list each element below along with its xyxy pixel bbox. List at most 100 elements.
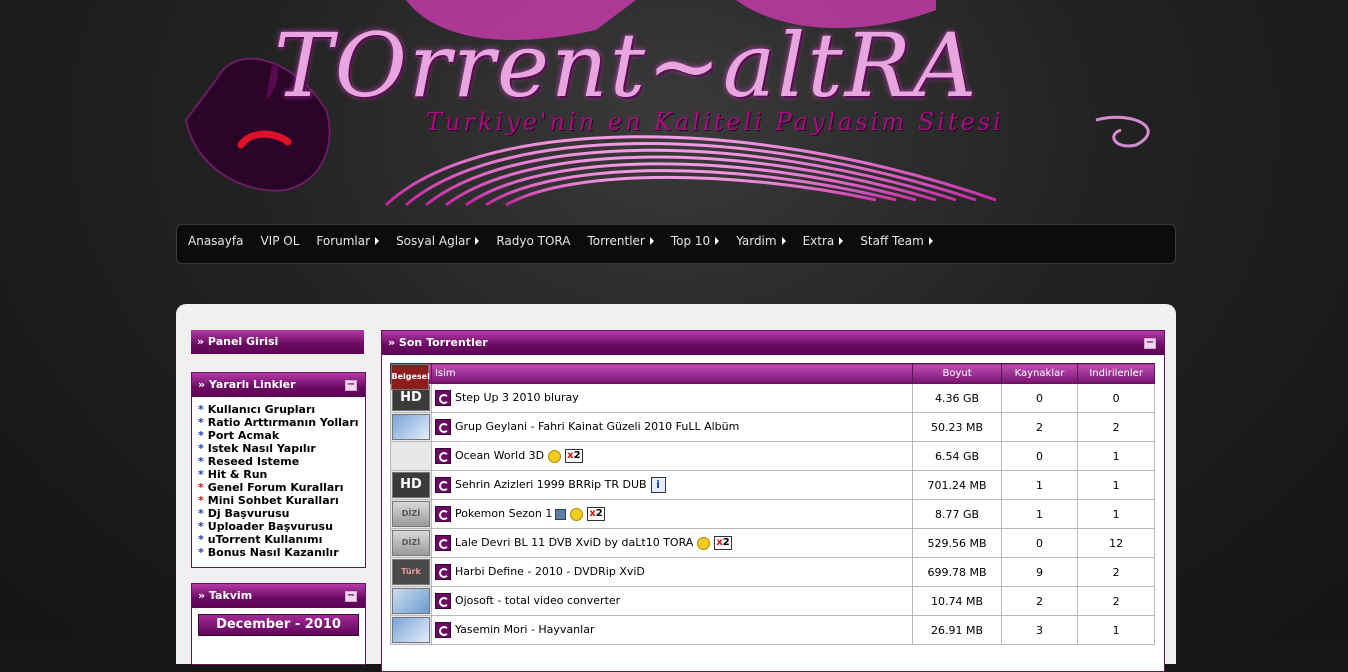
useful-link-item[interactable]: * Istek Nasıl Yapılır bbox=[198, 442, 365, 455]
download-icon[interactable] bbox=[434, 535, 451, 551]
useful-link[interactable]: Dj Başvurusu bbox=[208, 507, 290, 520]
table-row[interactable]: Müzik Grup Geylani - Fahri Kainat Güzeli … bbox=[390, 412, 1155, 442]
category-icon[interactable]: Müzik bbox=[391, 617, 430, 643]
nav-item-staff-team[interactable]: Staff Team bbox=[860, 234, 933, 248]
info-icon[interactable]: i bbox=[650, 477, 666, 493]
useful-link-item[interactable]: * Kullanıcı Grupları bbox=[198, 403, 365, 416]
download-icon[interactable] bbox=[434, 390, 451, 406]
nav-item-vip-ol[interactable]: VIP OL bbox=[260, 234, 299, 248]
torrent-name-link[interactable]: Step Up 3 2010 bluray bbox=[455, 391, 579, 404]
table-row[interactable]: Program Ojosoft - total video converter 10… bbox=[390, 586, 1155, 616]
nav-item-top-10[interactable]: Top 10 bbox=[670, 234, 720, 248]
minimize-icon[interactable]: − bbox=[345, 380, 357, 391]
category-icon[interactable]: Müzik bbox=[391, 414, 430, 440]
category-cell: Müzik bbox=[390, 412, 432, 442]
category-icon[interactable]: Türk Film bbox=[391, 559, 430, 600]
torrent-name-link[interactable]: Sehrin Azizleri 1999 BRRip TR DUB bbox=[455, 478, 647, 491]
download-icon[interactable] bbox=[434, 622, 451, 638]
panel-login-header[interactable]: » Panel Girisi bbox=[191, 330, 364, 354]
minimize-icon[interactable]: − bbox=[345, 591, 357, 602]
nav-list: Anasayfa VIP OL Forumlar Sosyal Aglar Radyo … bbox=[177, 225, 1175, 257]
col-leechers[interactable]: Indirilenler bbox=[1077, 363, 1155, 384]
calendar-month[interactable]: December - 2010 bbox=[198, 614, 359, 636]
useful-link[interactable]: Bonus Nasıl Kazanılır bbox=[208, 546, 339, 559]
category-cell: Türk Film bbox=[390, 557, 432, 600]
useful-link-item[interactable]: * Reseed Isteme bbox=[198, 455, 365, 468]
torrent-name-link[interactable]: Ocean World 3D bbox=[455, 449, 544, 462]
useful-links-header: » Yararlı Linkler − bbox=[192, 373, 365, 397]
table-row[interactable]: Müzik Yasemin Mori - Hayvanlar 26.91 MB31 bbox=[390, 615, 1155, 645]
useful-link-item[interactable]: * Uploader Başvurusu bbox=[198, 520, 365, 533]
size-cell: 50.23 MB bbox=[912, 412, 1002, 442]
download-icon[interactable] bbox=[434, 477, 451, 493]
size-cell: 529.56 MB bbox=[912, 528, 1002, 558]
nav-item-torrentler[interactable]: Torrentler bbox=[587, 234, 654, 248]
useful-links-title: » Yararlı Linkler bbox=[198, 378, 296, 391]
torrent-name-link[interactable]: Grup Geylani - Fahri Kainat Güzeli 2010 … bbox=[455, 420, 739, 433]
download-icon[interactable] bbox=[434, 564, 451, 580]
table-row[interactable]: HD Step Up 3 2010 bluray 4.36 GB 0 0 bbox=[390, 383, 1155, 413]
col-name[interactable]: Isim bbox=[430, 363, 914, 384]
useful-link-item[interactable]: * Dj Başvurusu bbox=[198, 507, 365, 520]
useful-link[interactable]: Uploader Başvurusu bbox=[208, 520, 333, 533]
torrent-name-link[interactable]: Lale Devri BL 11 DVB XviD by daLt10 TORA bbox=[455, 536, 693, 549]
category-icon[interactable]: Belgesel bbox=[390, 363, 430, 390]
download-icon[interactable] bbox=[434, 448, 451, 464]
bullet-icon: * bbox=[198, 416, 204, 429]
col-size[interactable]: Boyut bbox=[912, 363, 1002, 384]
latest-torrents-header: » Son Torrentler − bbox=[382, 331, 1164, 355]
useful-link-item[interactable]: * Genel Forum Kuralları bbox=[198, 481, 365, 494]
nav-item-extra[interactable]: Extra bbox=[803, 234, 844, 248]
site-banner[interactable]: TOrrent~altRA Turkiye'nin en Kaliteli Pa… bbox=[176, 0, 1176, 210]
useful-link[interactable]: Genel Forum Kuralları bbox=[208, 481, 344, 494]
caret-right-icon bbox=[715, 237, 720, 245]
table-row[interactable]: DİZİ Pokemon Sezon 1 x2 8.77 GB 1 1 bbox=[390, 499, 1155, 529]
table-row[interactable]: Türk Film Harbi Define - 2010 - DVDRip Xv… bbox=[390, 557, 1155, 600]
torrent-name-link[interactable]: Ojosoft - total video converter bbox=[455, 594, 620, 607]
caret-right-icon bbox=[928, 237, 933, 245]
name-cell: Ocean World 3D x2 bbox=[430, 441, 914, 471]
nav-item-yardim[interactable]: Yardim bbox=[736, 234, 786, 248]
useful-link[interactable]: uTorrent Kullanımı bbox=[208, 533, 323, 546]
useful-link[interactable]: Port Acmak bbox=[208, 429, 279, 442]
category-icon[interactable]: HD bbox=[391, 472, 430, 498]
category-icon[interactable]: Program bbox=[391, 588, 430, 614]
name-cell: Pokemon Sezon 1 x2 bbox=[430, 499, 914, 529]
category-icon[interactable]: DİZİ bbox=[391, 501, 430, 527]
table-row[interactable]: DİZİ Lale Devri BL 11 DVB XviD by daLt10 … bbox=[390, 528, 1155, 558]
download-icon[interactable] bbox=[434, 419, 451, 435]
useful-link-item[interactable]: * uTorrent Kullanımı bbox=[198, 533, 365, 546]
seeders-cell: 2 bbox=[1000, 586, 1079, 616]
useful-link[interactable]: Hit & Run bbox=[208, 468, 268, 481]
useful-link-item[interactable]: * Ratio Arttırmanın Yolları bbox=[198, 416, 365, 429]
panel-login-title: » Panel Girisi bbox=[197, 335, 279, 348]
nav-item-forumlar[interactable]: Forumlar bbox=[316, 234, 380, 248]
useful-link-item[interactable]: * Bonus Nasıl Kazanılır bbox=[198, 546, 365, 559]
category-icon[interactable]: DİZİ bbox=[391, 530, 430, 556]
useful-link[interactable]: Reseed Isteme bbox=[208, 455, 299, 468]
nav-item-label: Top 10 bbox=[670, 234, 711, 248]
download-icon[interactable] bbox=[434, 506, 451, 522]
leechers-cell: 1 bbox=[1077, 470, 1155, 500]
table-row[interactable]: HD Sehrin Azizleri 1999 BRRip TR DUB i 701.… bbox=[390, 470, 1155, 500]
gold-coin-icon bbox=[697, 536, 711, 550]
download-icon[interactable] bbox=[434, 593, 451, 609]
useful-link[interactable]: Ratio Arttırmanın Yolları bbox=[208, 416, 359, 429]
col-seeders[interactable]: Kaynaklar bbox=[1000, 363, 1079, 384]
bullet-icon: * bbox=[198, 546, 204, 559]
table-row[interactable]: Belgesel Ocean World 3D x2 6.54 GB 0 1 bbox=[390, 363, 1155, 471]
nav-item-sosyal-aglar[interactable]: Sosyal Aglar bbox=[396, 234, 480, 248]
nav-item-anasayfa[interactable]: Anasayfa bbox=[188, 234, 243, 248]
torrent-name-link[interactable]: Yasemin Mori - Hayvanlar bbox=[455, 623, 595, 636]
useful-link[interactable]: Mini Sohbet Kuralları bbox=[208, 494, 339, 507]
torrent-name-link[interactable]: Harbi Define - 2010 - DVDRip XviD bbox=[455, 565, 645, 578]
nav-item-radyo-tora[interactable]: Radyo TORA bbox=[496, 234, 570, 248]
minimize-icon[interactable]: − bbox=[1144, 338, 1156, 349]
torrent-name-link[interactable]: Pokemon Sezon 1 bbox=[455, 507, 552, 520]
useful-link[interactable]: Istek Nasıl Yapılır bbox=[208, 442, 316, 455]
useful-link-item[interactable]: * Hit & Run bbox=[198, 468, 365, 481]
useful-link[interactable]: Kullanıcı Grupları bbox=[208, 403, 315, 416]
nav-item-label: Anasayfa bbox=[188, 234, 244, 248]
useful-link-item[interactable]: * Port Acmak bbox=[198, 429, 365, 442]
useful-link-item[interactable]: * Mini Sohbet Kuralları bbox=[198, 494, 365, 507]
